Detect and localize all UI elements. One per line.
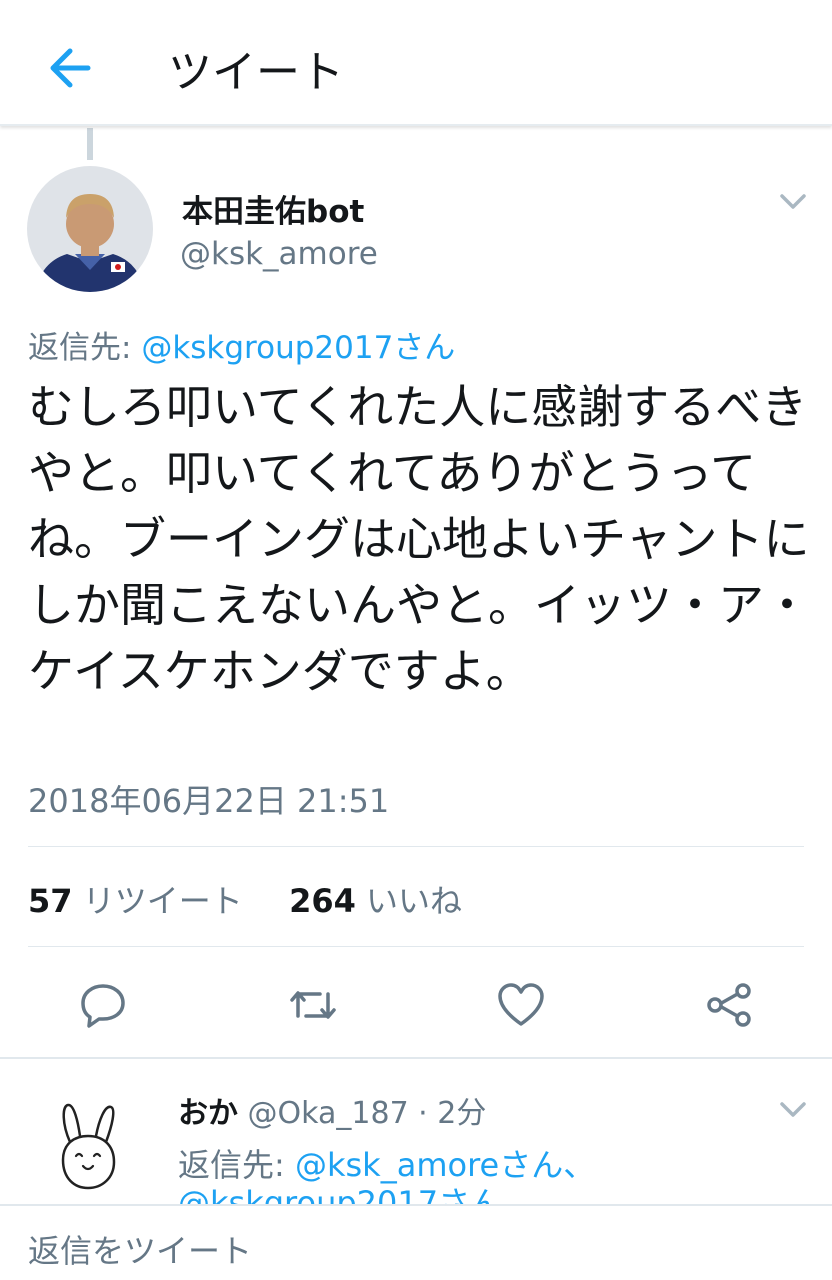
reply-to-link[interactable]: @kskgroup2017さん (141, 330, 455, 366)
thread-connector (87, 128, 93, 160)
reply-reply-prefix: 返信先: (178, 1146, 295, 1184)
section-divider (0, 1057, 832, 1059)
page-title: ツイート (168, 47, 344, 98)
reply-context: 返信先: @kskgroup2017さん (28, 322, 455, 367)
rabbit-avatar[interactable] (48, 1100, 128, 1192)
tweet-stats: 57 リツイート 264 いいね (28, 876, 462, 922)
retweet-icon[interactable] (288, 980, 338, 1030)
divider (28, 946, 804, 947)
avatar[interactable] (27, 166, 153, 292)
compose-placeholder[interactable]: 返信をツイート (28, 1226, 252, 1272)
reply-prefix: 返信先: (28, 330, 142, 366)
retweets-count[interactable]: 57 (28, 882, 73, 920)
reply-author-name[interactable]: おか (178, 1096, 238, 1131)
chevron-down-icon[interactable] (776, 186, 810, 216)
divider (28, 846, 804, 847)
like-icon[interactable] (496, 980, 546, 1030)
chevron-down-icon[interactable] (776, 1094, 810, 1124)
tweet-text: むしろ叩いてくれた人に感謝するべきやと。叩いてくれてありがとうってね。ブーイング… (28, 380, 810, 698)
reply-header: おか @Oka_187 · 2分 (178, 1088, 486, 1132)
reply-mention-link-2[interactable]: @kskgroup2017さん (178, 1184, 502, 1204)
share-icon[interactable] (704, 980, 754, 1030)
likes-label[interactable]: いいね (366, 882, 462, 920)
reply-composer[interactable]: 返信をツイート (0, 1204, 832, 1280)
top-bar: ツイート (0, 0, 832, 126)
reply-mention-link[interactable]: @ksk_amoreさん、 (295, 1146, 595, 1184)
reply-author-meta[interactable]: @Oka_187 · 2分 (248, 1096, 487, 1131)
reply-icon[interactable] (78, 980, 128, 1030)
tweet-timestamp: 2018年06月22日 21:51 (28, 782, 390, 820)
reply-reply-context: 返信先: @ksk_amoreさん、 (178, 1140, 595, 1186)
retweets-label[interactable]: リツイート (83, 882, 243, 920)
user-handle[interactable]: @ksk_amore (180, 236, 378, 272)
back-arrow-icon[interactable] (40, 38, 100, 98)
likes-count[interactable]: 264 (289, 882, 356, 920)
display-name[interactable]: 本田圭佑bot (182, 186, 364, 231)
